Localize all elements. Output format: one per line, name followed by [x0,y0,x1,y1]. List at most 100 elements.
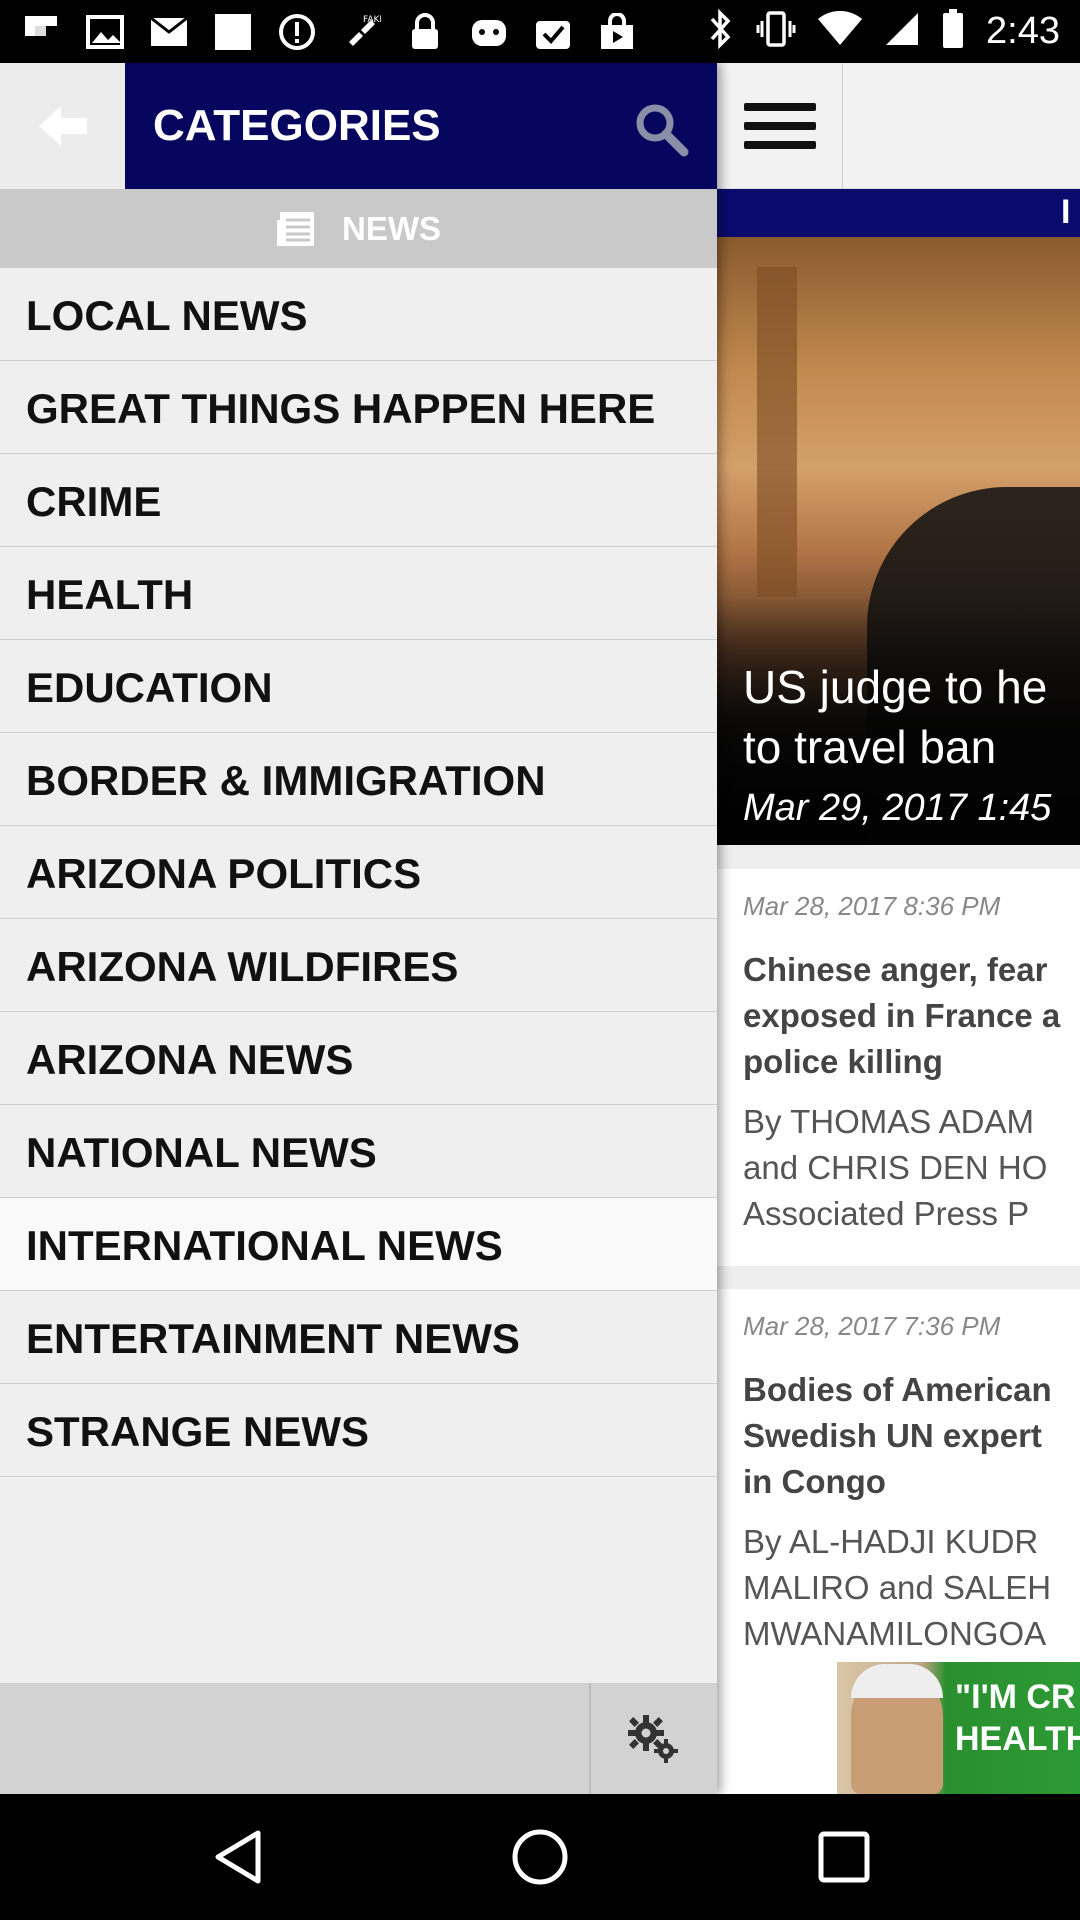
byline-line: MWANAMILONGOA [743,1615,1047,1652]
nav-back-button[interactable] [198,1817,278,1897]
category-item-border-immigration[interactable]: BORDER & IMMIGRATION [0,733,717,826]
shop-icon [596,12,638,52]
ad-text-line: "I'M CR [955,1678,1076,1716]
ad-text: "I'M CR HEALTH [955,1676,1080,1760]
categories-drawer: CATEGORIES NEWS LOCAL NEWS GREAT THINGS … [0,63,717,1794]
navigation-bar [0,1794,1080,1920]
byline-line: MALIRO and SALEH [743,1569,1052,1606]
settings-button[interactable] [591,1683,717,1794]
ad-text-line: HEALTH [955,1720,1080,1758]
category-label: HEALTH [26,571,194,618]
main-content: I US judge to he to travel ban Mar 29, 2… [717,63,1080,1794]
article-date: Mar 28, 2017 7:36 PM [743,1311,1001,1341]
game-icon [468,12,510,52]
hero-story[interactable]: US judge to he to travel ban Mar 29, 201… [717,237,1080,845]
section-bar: I [717,189,1080,237]
nav-back-icon [215,1830,261,1884]
article-date: Mar 28, 2017 8:36 PM [743,891,1001,921]
category-label: INTERNATIONAL NEWS [26,1222,503,1269]
content-header [717,63,1080,189]
menu-icon-line [743,141,816,149]
nav-home-button[interactable] [500,1817,580,1897]
article-title: Bodies of American Swedish UN expert in … [743,1367,1052,1505]
back-arrow-icon [38,106,87,146]
menu-button[interactable] [717,63,843,189]
category-item-crime[interactable]: CRIME [0,454,717,547]
category-item-local-news[interactable]: LOCAL NEWS [0,268,717,361]
article-title-line: police killing [743,1043,943,1080]
image-icon [84,12,126,52]
category-label: GREAT THINGS HAPPEN HERE [26,385,656,432]
article-title-line: Bodies of American [743,1371,1052,1408]
category-item-entertainment-news[interactable]: ENTERTAINMENT NEWS [0,1291,717,1384]
system-icons: 2:43 [706,0,1060,63]
drawer-title: CATEGORIES [153,101,441,150]
newspaper-icon [277,211,314,246]
nav-recents-button[interactable] [804,1817,884,1897]
category-item-arizona-politics[interactable]: ARIZONA POLITICS [0,826,717,919]
bluetooth-icon [706,8,734,54]
category-item-strange-news[interactable]: STRANGE NEWS [0,1384,717,1477]
signal-icon [884,11,920,52]
category-item-health[interactable]: HEALTH [0,547,717,640]
category-label: ARIZONA NEWS [26,1036,354,1083]
menu-icon-line [743,103,816,111]
category-label: EDUCATION [26,664,273,711]
status-bar: FAKE [0,0,1080,63]
hero-image-detail [757,267,797,597]
hero-title: US judge to he to travel ban [743,657,1080,777]
check-icon [532,12,574,52]
category-item-great-things[interactable]: GREAT THINGS HAPPEN HERE [0,361,717,454]
article-title: Chinese anger, fear exposed in France a … [743,947,1060,1085]
hero-title-line: to travel ban [743,721,997,773]
hero-title-line: US judge to he [743,661,1048,713]
category-label: NATIONAL NEWS [26,1129,377,1176]
mail-icon [148,12,190,52]
category-item-arizona-news[interactable]: ARIZONA NEWS [0,1012,717,1105]
category-label: STRANGE NEWS [26,1408,370,1455]
blank-icon [212,12,254,52]
article-byline: By AL-HADJI KUDR MALIRO and SALEH MWANAM… [743,1519,1051,1657]
category-label: ENTERTAINMENT NEWS [26,1315,520,1362]
ad-image: "I'M CR HEALTH [837,1662,1080,1794]
search-button[interactable] [633,101,689,157]
category-item-national-news[interactable]: NATIONAL NEWS [0,1105,717,1198]
search-icon [636,104,689,157]
notification-icons: FAKE [20,8,638,56]
category-label: LOCAL NEWS [26,292,308,339]
byline-line: Associated Press P [743,1195,1030,1232]
hero-date: Mar 29, 2017 1:45 [743,787,1052,829]
byline-line: and CHRIS DEN HO [743,1149,1048,1186]
clock: 2:43 [986,10,1060,52]
fake-gps-icon: FAKE [340,12,382,52]
article-card[interactable]: Mar 28, 2017 8:36 PM Chinese anger, fear… [717,869,1080,1266]
drawer-header: CATEGORIES [0,63,717,189]
drawer-footer [0,1683,717,1794]
wifi-icon [818,10,863,52]
category-item-arizona-wildfires[interactable]: ARIZONA WILDFIRES [0,919,717,1012]
settings-gears-icon [628,1714,678,1763]
nav-recents-icon [818,1831,870,1883]
drawer-title-bar: CATEGORIES [125,63,717,189]
svg-text:FAKE: FAKE [363,15,381,25]
news-section-label: NEWS [342,209,441,247]
article-title-line: in Congo [743,1463,886,1500]
category-label: CRIME [26,478,162,525]
byline-line: By THOMAS ADAM [743,1103,1034,1140]
flipboard-icon [20,12,62,52]
menu-icon-line [743,122,816,130]
back-button[interactable] [0,63,125,189]
article-card[interactable]: Mar 28, 2017 7:36 PM Bodies of American … [717,1289,1080,1662]
screen: FAKE [0,0,1080,1920]
category-label: ARIZONA POLITICS [26,850,422,897]
article-title-line: exposed in France a [743,997,1061,1034]
battery-icon [942,9,964,54]
news-section-header[interactable]: NEWS [0,189,717,268]
alert-icon [276,12,318,52]
category-item-international-news[interactable]: INTERNATIONAL NEWS [0,1198,717,1291]
article-title-line: Swedish UN expert [743,1417,1042,1454]
category-item-education[interactable]: EDUCATION [0,640,717,733]
ad-banner[interactable]: "I'M CR HEALTH [717,1662,1080,1794]
vibrate-icon [756,9,796,54]
lock-icon [404,12,446,52]
